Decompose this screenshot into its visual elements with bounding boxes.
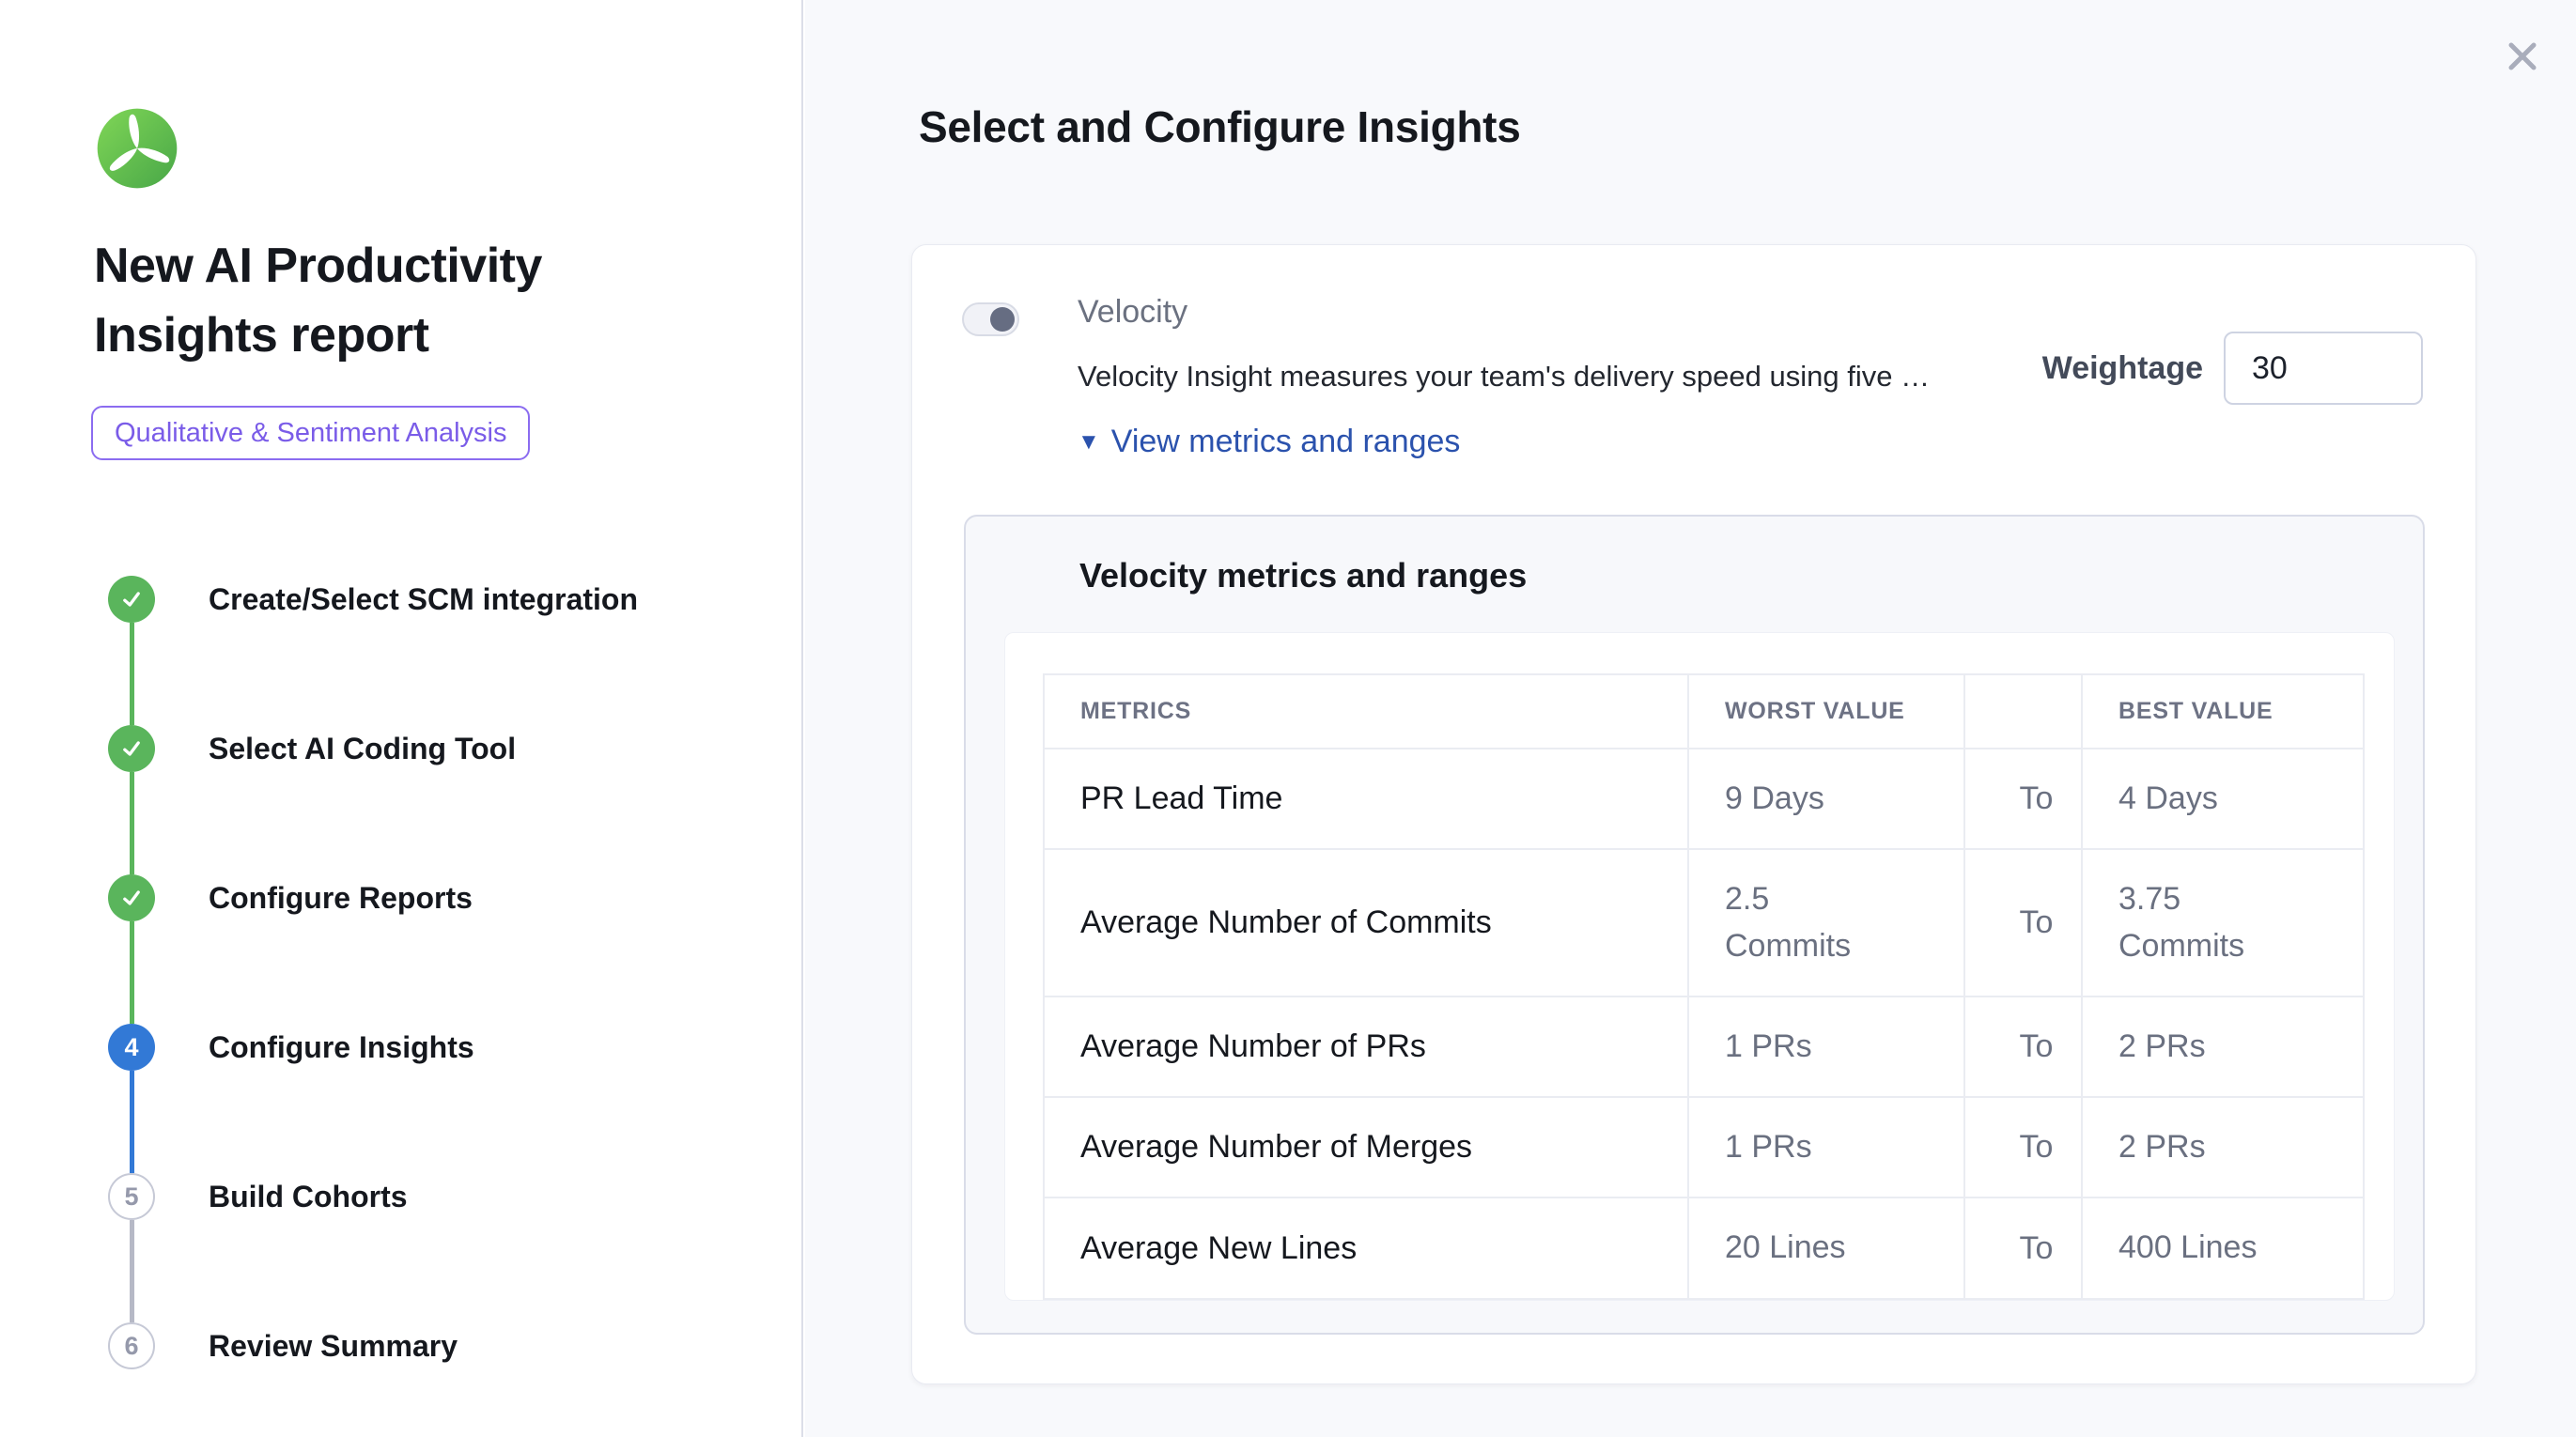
table-row: Average Number of Merges1 PRsTo2 PRs	[1044, 1097, 2364, 1198]
step-item[interactable]: 2 Select AI Coding Tool	[108, 725, 728, 874]
velocity-insight-card: Velocity Velocity Insight measures your …	[911, 244, 2476, 1384]
step-circle: 5	[108, 1173, 155, 1220]
velocity-toggle[interactable]	[962, 302, 1019, 336]
velocity-metrics-section: Velocity metrics and ranges METRICSWORST…	[964, 515, 2425, 1335]
to-cell: To	[1964, 1198, 2082, 1298]
best-value-cell: 2 PRs	[2082, 1097, 2364, 1198]
step-circle: 4	[108, 1024, 155, 1071]
step-connector	[130, 623, 134, 725]
table-header-cell	[1964, 674, 2082, 749]
table-header-cell: METRICS	[1044, 674, 1688, 749]
report-title: New AI Productivity Insights report	[94, 231, 695, 370]
best-value-cell: 3.75 Commits	[2082, 849, 2364, 997]
close-button[interactable]	[2496, 30, 2549, 83]
worst-value-cell: 9 Days	[1688, 749, 1964, 849]
insight-name: Velocity	[1078, 294, 1187, 331]
table-row: PR Lead Time9 DaysTo4 Days	[1044, 749, 2364, 849]
weightage-input[interactable]	[2224, 332, 2423, 405]
worst-value-cell: 1 PRs	[1688, 997, 1964, 1097]
report-type-badge: Qualitative & Sentiment Analysis	[91, 406, 530, 460]
table-row: Average Number of Commits2.5 CommitsTo3.…	[1044, 849, 2364, 997]
step-connector	[130, 921, 134, 1024]
toggle-knob	[990, 307, 1015, 332]
step-label: Review Summary	[209, 1322, 458, 1369]
step-label: Create/Select SCM integration	[209, 576, 638, 623]
weightage-row: Weightage	[2042, 332, 2423, 405]
to-cell: To	[1964, 997, 2082, 1097]
step-connector	[130, 1220, 134, 1322]
step-label: Configure Reports	[209, 874, 473, 921]
metric-cell: Average Number of Merges	[1044, 1097, 1688, 1198]
metric-cell: Average Number of Commits	[1044, 849, 1688, 997]
to-cell: To	[1964, 849, 2082, 997]
metric-cell: Average New Lines	[1044, 1198, 1688, 1298]
step-item[interactable]: 4 Configure Insights	[108, 1024, 728, 1173]
step-number: 4	[124, 1033, 138, 1062]
step-label: Build Cohorts	[209, 1173, 408, 1220]
checkmark-icon	[117, 884, 146, 912]
best-value-cell: 2 PRs	[2082, 997, 2364, 1097]
stepper: 1 Create/Select SCM integration 2 Select…	[108, 576, 728, 1369]
new-report-wizard: New AI Productivity Insights report Qual…	[0, 0, 2576, 1437]
step-label: Select AI Coding Tool	[209, 725, 516, 772]
checkmark-icon	[117, 734, 146, 763]
metric-cell: PR Lead Time	[1044, 749, 1688, 849]
to-cell: To	[1964, 749, 2082, 849]
step-connector	[130, 1071, 134, 1173]
configure-insights-panel: Select and Configure Insights Velocity V…	[805, 0, 2576, 1437]
metrics-table-head: METRICSWORST VALUE BEST VALUE	[1044, 674, 2364, 749]
step-circle: 2	[108, 725, 155, 772]
metrics-table-card: METRICSWORST VALUE BEST VALUE PR Lead Tim…	[1004, 632, 2395, 1301]
weightage-label: Weightage	[2042, 350, 2203, 387]
table-header-cell: BEST VALUE	[2082, 674, 2364, 749]
view-metrics-link[interactable]: ▼ View metrics and ranges	[1078, 424, 1460, 460]
worst-value-cell: 2.5 Commits	[1688, 849, 1964, 997]
panel-title: Select and Configure Insights	[919, 101, 1521, 152]
step-circle: 6	[108, 1322, 155, 1369]
step-number: 5	[124, 1182, 138, 1212]
step-item[interactable]: 5 Build Cohorts	[108, 1173, 728, 1322]
step-item[interactable]: 3 Configure Reports	[108, 874, 728, 1024]
metrics-section-title: Velocity metrics and ranges	[1079, 556, 1527, 595]
table-row: Average Number of PRs1 PRsTo2 PRs	[1044, 997, 2364, 1097]
close-x-icon	[2501, 35, 2544, 78]
step-circle: 1	[108, 576, 155, 623]
table-row: Average New Lines20 LinesTo400 Lines	[1044, 1198, 2364, 1298]
table-header-cell: WORST VALUE	[1688, 674, 1964, 749]
step-label: Configure Insights	[209, 1024, 474, 1071]
step-item[interactable]: 1 Create/Select SCM integration	[108, 576, 728, 725]
step-number: 6	[124, 1332, 138, 1361]
view-metrics-link-label: View metrics and ranges	[1111, 424, 1461, 460]
table-header-row: METRICSWORST VALUE BEST VALUE	[1044, 674, 2364, 749]
best-value-cell: 400 Lines	[2082, 1198, 2364, 1298]
metrics-table: METRICSWORST VALUE BEST VALUE PR Lead Tim…	[1043, 673, 2365, 1300]
best-value-cell: 4 Days	[2082, 749, 2364, 849]
metrics-table-body: PR Lead Time9 DaysTo4 DaysAverage Number…	[1044, 749, 2364, 1299]
to-cell: To	[1964, 1097, 2082, 1198]
worst-value-cell: 20 Lines	[1688, 1198, 1964, 1298]
wizard-sidebar: New AI Productivity Insights report Qual…	[0, 0, 803, 1437]
step-item[interactable]: 6 Review Summary	[108, 1322, 728, 1369]
step-connector	[130, 772, 134, 874]
step-circle: 3	[108, 874, 155, 921]
propeller-logo-icon	[94, 105, 180, 192]
checkmark-icon	[117, 585, 146, 613]
worst-value-cell: 1 PRs	[1688, 1097, 1964, 1198]
metric-cell: Average Number of PRs	[1044, 997, 1688, 1097]
triangle-down-icon: ▼	[1078, 431, 1100, 454]
insight-description: Velocity Insight measures your team's de…	[1078, 360, 1930, 394]
